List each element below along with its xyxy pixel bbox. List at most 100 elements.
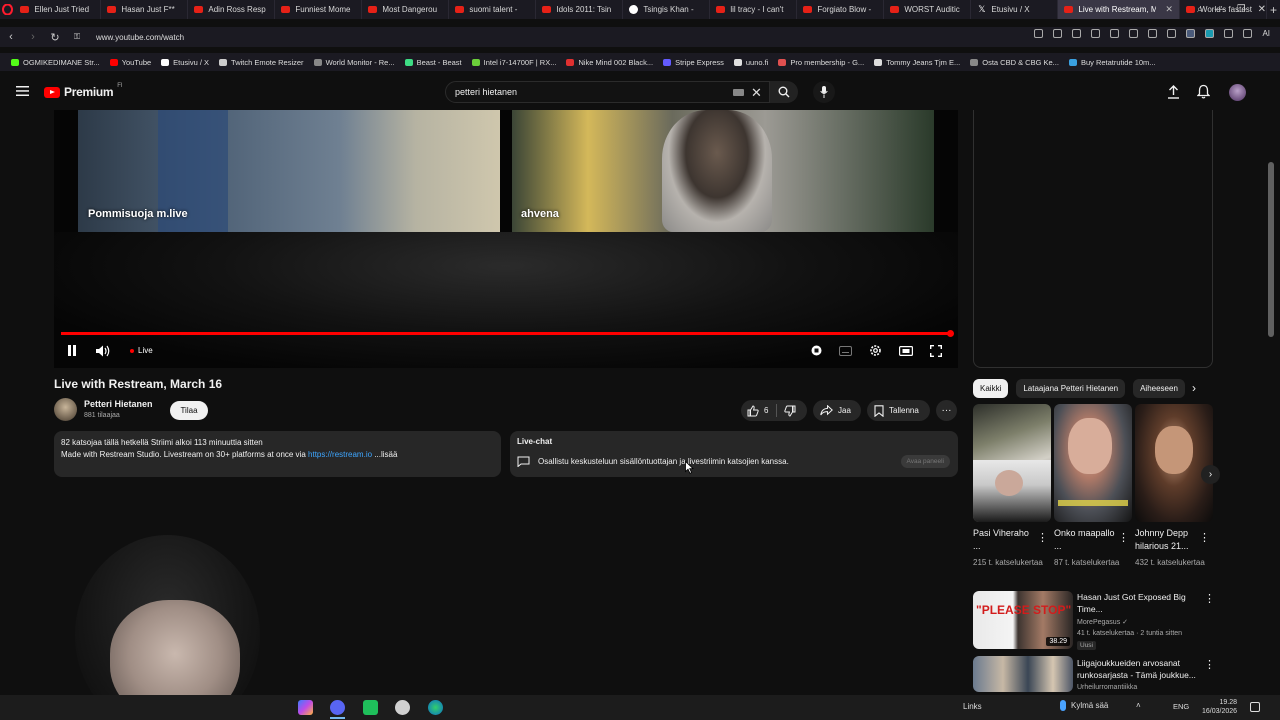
short-thumbnail[interactable] [973, 404, 1051, 522]
bookmark-item[interactable]: YouTube [105, 58, 156, 67]
youtube-premium-logo[interactable]: Premium FI [44, 83, 123, 99]
dislike-button[interactable] [777, 405, 796, 417]
bookmark-item[interactable]: Intel i7-14700F | RX... [467, 58, 562, 67]
browser-tab[interactable]: Idols 2011: Tsin [536, 0, 624, 19]
feather-icon[interactable] [1243, 29, 1253, 38]
bookmark-item[interactable]: Nike Mind 002 Black... [561, 58, 658, 67]
autoplay-toggle[interactable] [811, 345, 822, 356]
bookmark-item[interactable]: Stripe Express [658, 58, 729, 67]
like-button[interactable]: 6 [741, 404, 778, 417]
search-button[interactable] [770, 81, 798, 103]
short-thumbnail[interactable] [1054, 404, 1132, 522]
opera-menu-icon[interactable] [0, 0, 14, 19]
open-panel-button[interactable]: Avaa paneeli [900, 455, 950, 468]
camera-icon[interactable] [1072, 29, 1082, 38]
upload-icon[interactable] [1167, 85, 1180, 99]
bookmark-item[interactable]: Twitch Emote Resizer [214, 58, 309, 67]
browser-tab[interactable]: Adin Ross Resp [188, 0, 276, 19]
discord-app-icon[interactable] [330, 700, 345, 715]
recommendation-thumbnail[interactable]: "PLEASE STOP" 38.29 [973, 591, 1073, 649]
channel-name[interactable]: Petteri Hietanen [84, 399, 153, 409]
pause-button[interactable] [67, 345, 77, 356]
bookmark-item[interactable]: OGMIKEDIMANE Str... [6, 58, 105, 67]
bookmark-item[interactable]: Etusivu / X [156, 58, 214, 67]
keyboard-icon[interactable] [733, 89, 744, 96]
share-button[interactable]: Jaa [813, 400, 861, 421]
weather-widget[interactable]: Kylmä sää [1060, 700, 1108, 711]
browser-tab[interactable]: WORST Auditic [884, 0, 972, 19]
recommendation-menu-icon[interactable]: ⋮ [1204, 658, 1215, 671]
heart-icon[interactable] [1129, 29, 1139, 38]
browser-tab[interactable]: Ellen Just Tried [14, 0, 102, 19]
filter-chip[interactable]: Lataajana Petteri Hietanen [1016, 378, 1126, 398]
recommendation-channel[interactable]: MorePegasus ✓ [1077, 617, 1202, 628]
browser-tab[interactable]: Forgiato Blow - [797, 0, 885, 19]
short-title[interactable]: Johnny Depp hilarious 21... [1135, 527, 1197, 553]
copilot-app-icon[interactable] [298, 700, 313, 715]
browser-tab[interactable]: Most Dangerou [362, 0, 450, 19]
close-tab-icon[interactable]: ✕ [1165, 4, 1173, 15]
more-actions-button[interactable]: ··· [936, 400, 957, 421]
search-page-icon[interactable] [1034, 29, 1044, 38]
recommendation-channel[interactable]: Urheilurromantiikka [1077, 682, 1202, 693]
notifications-bell-icon[interactable] [1197, 84, 1210, 99]
channel-avatar[interactable] [54, 398, 77, 421]
edge-app-icon[interactable] [428, 700, 443, 715]
live-badge[interactable]: Live [130, 346, 153, 355]
short-title[interactable]: Onko maapallo ... [1054, 527, 1116, 553]
video-player[interactable]: Pommisuoja m.live ahvena Live [54, 110, 958, 368]
shield-icon[interactable] [1091, 29, 1101, 38]
fullscreen-icon[interactable] [930, 344, 942, 357]
progress-bar[interactable] [61, 330, 954, 337]
clock[interactable]: 19.28 16/03/2026 [1202, 698, 1237, 716]
play-icon[interactable] [1110, 29, 1120, 38]
progress-scrubber[interactable] [947, 330, 954, 337]
browser-tab[interactable]: Funniest Mome [275, 0, 363, 19]
browser-tab[interactable]: suomi talent - [449, 0, 537, 19]
save-button[interactable]: Tallenna [867, 400, 930, 421]
browser-tab[interactable]: Live with Restream, M ✕ [1058, 0, 1180, 19]
recommendation-title[interactable]: Hasan Just Got Exposed Big Time... [1077, 591, 1199, 615]
notification-center-icon[interactable] [1250, 702, 1260, 712]
search-input[interactable]: petteri hietanen ✕ [445, 81, 770, 103]
close-window-icon[interactable]: ✕ [1258, 4, 1266, 15]
hamburger-menu-icon[interactable] [16, 86, 29, 96]
theater-mode-icon[interactable] [899, 345, 913, 356]
volume-button[interactable] [96, 345, 111, 357]
clear-search-icon[interactable]: ✕ [751, 85, 762, 101]
short-menu-icon[interactable]: ⋮ [1199, 531, 1210, 544]
recommendation-thumbnail[interactable] [973, 656, 1073, 692]
back-icon[interactable]: ‹ [0, 31, 22, 43]
description-box[interactable]: 82 katsojaa tällä hetkellä Striimi alkoi… [54, 431, 501, 477]
chips-next-arrow-icon[interactable]: › [1192, 381, 1196, 395]
bookmark-item[interactable]: Beast - Beast [400, 58, 467, 67]
spotify-app-icon[interactable] [363, 700, 378, 715]
browser-tab[interactable]: Tsingis Khan - [623, 0, 711, 19]
short-menu-icon[interactable]: ⋮ [1118, 531, 1129, 544]
search-tabs-icon[interactable]: ⌕ [1197, 4, 1203, 15]
bookmark-item[interactable]: Pro membership - G... [773, 58, 869, 67]
filter-chip[interactable]: Kaikki [973, 378, 1009, 398]
tray-chevron-icon[interactable]: ˄ [1136, 701, 1141, 710]
short-menu-icon[interactable]: ⋮ [1037, 531, 1048, 544]
bookmark-item[interactable]: Buy Retatrutide 10m... [1064, 58, 1161, 67]
subtitles-icon[interactable] [839, 345, 852, 356]
profile-icon[interactable] [1186, 29, 1196, 38]
cube-icon[interactable] [1224, 29, 1234, 38]
bookmark-item[interactable]: uuno.fi [729, 58, 774, 67]
links-toolbar[interactable]: Links [963, 702, 982, 711]
extension-icon[interactable] [1205, 29, 1215, 38]
browser-tab[interactable]: lil tracy - I can't [710, 0, 798, 19]
input-language[interactable]: ENG [1173, 702, 1189, 711]
short-thumbnail[interactable] [1135, 404, 1213, 522]
settings-gear-icon[interactable] [869, 344, 882, 357]
bookmark-item[interactable]: Tommy Jeans Tjm E... [869, 58, 965, 67]
ai-button[interactable]: AI [1262, 29, 1270, 38]
menu-icon[interactable] [1167, 29, 1177, 38]
short-title[interactable]: Pasi Viheraho ... [973, 527, 1035, 553]
browser-tab[interactable]: 𝕏 Etusivu / X [971, 0, 1059, 19]
restore-icon[interactable]: ❐ [1237, 4, 1246, 15]
filter-chip[interactable]: Aiheeseen [1133, 378, 1185, 398]
recommendation-menu-icon[interactable]: ⋮ [1204, 592, 1215, 605]
shorts-next-button[interactable]: › [1201, 465, 1220, 484]
